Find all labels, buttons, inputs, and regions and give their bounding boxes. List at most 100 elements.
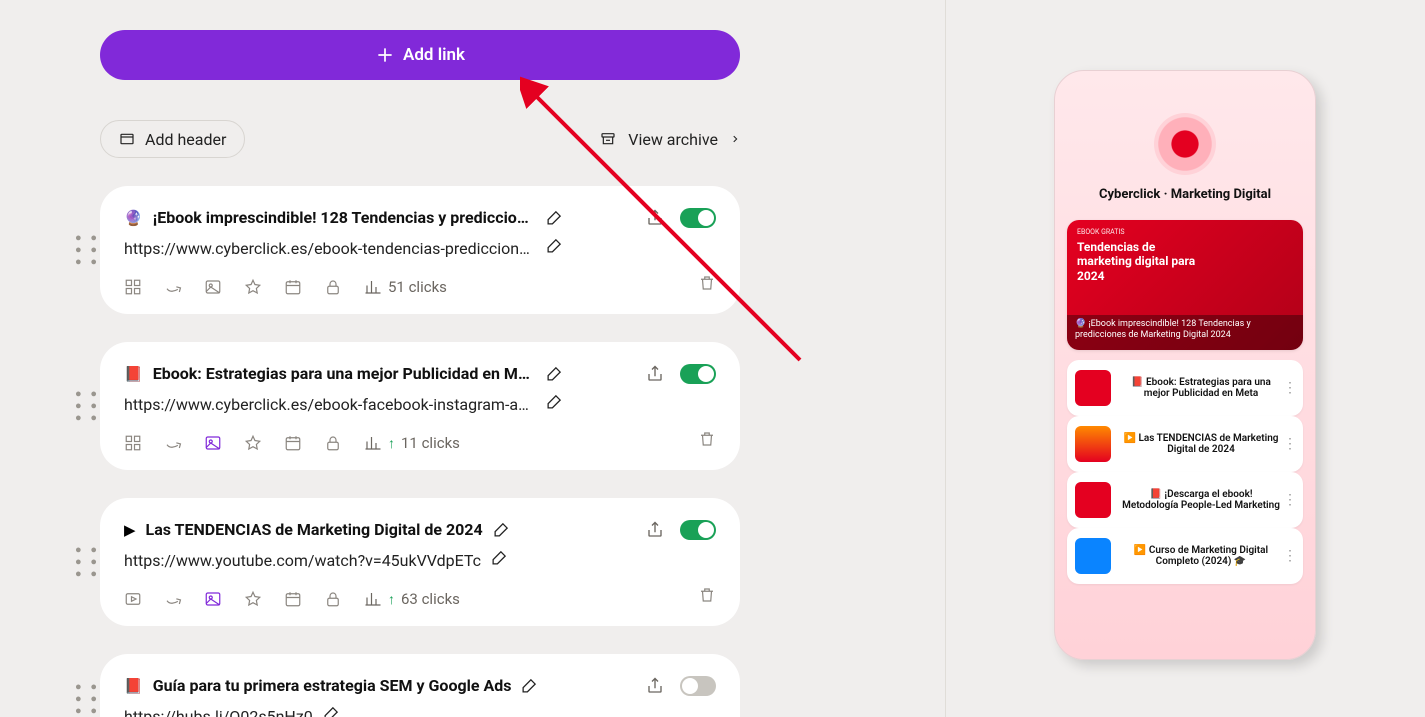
- preview-link-text: 📕 Ebook: Estrategias para una mejor Publ…: [1121, 377, 1295, 399]
- card-right-controls: [646, 520, 716, 604]
- drag-handle[interactable]: ● ●● ●● ●: [75, 390, 100, 422]
- view-archive-label: View archive: [628, 130, 718, 149]
- edit-title-icon[interactable]: [546, 209, 564, 227]
- edit-title-icon[interactable]: [521, 677, 539, 695]
- edit-url-icon[interactable]: [323, 705, 341, 717]
- lock-icon[interactable]: [324, 278, 342, 296]
- add-header-button[interactable]: Add header: [100, 120, 245, 158]
- card-actions: 51 clicks: [124, 278, 716, 296]
- link-card: ● ●● ●● ● 📕 Ebook: Estrategias para una …: [100, 342, 740, 470]
- lock-icon[interactable]: [324, 434, 342, 452]
- preview-link-card[interactable]: ▶️ Las TENDENCIAS de Marketing Digital d…: [1067, 416, 1303, 472]
- more-icon[interactable]: ⋮: [1283, 436, 1297, 452]
- schedule-icon[interactable]: [284, 434, 302, 452]
- link-card: ● ●● ●● ● ▶ Las TENDENCIAS de Marketing …: [100, 498, 740, 626]
- link-url[interactable]: https://www.youtube.com/watch?v=45ukVVdp…: [124, 551, 481, 570]
- clicks-button[interactable]: 51 clicks: [364, 278, 447, 296]
- drag-handle[interactable]: ● ●● ●● ●: [75, 546, 100, 578]
- share-icon[interactable]: [646, 521, 664, 539]
- edit-url-icon[interactable]: [491, 549, 509, 567]
- redirect-icon[interactable]: [164, 590, 182, 608]
- more-icon[interactable]: ⋮: [1283, 492, 1297, 508]
- preview-link-text: ▶️ Las TENDENCIAS de Marketing Digital d…: [1121, 433, 1295, 455]
- delete-icon[interactable]: [698, 274, 716, 292]
- chevron-right-icon: [730, 134, 740, 144]
- share-icon[interactable]: [646, 365, 664, 383]
- preview-link-text: ▶️ Curso de Marketing Digital Completo (…: [1121, 545, 1295, 567]
- add-link-label: Add link: [403, 45, 465, 65]
- star-icon[interactable]: [244, 590, 262, 608]
- link-title[interactable]: Ebook: Estrategias para una mejor Public…: [153, 364, 536, 383]
- link-url[interactable]: https://www.cyberclick.es/ebook-tendenci…: [124, 239, 536, 258]
- pane-divider: [945, 0, 946, 717]
- schedule-icon[interactable]: [284, 590, 302, 608]
- edit-title-icon[interactable]: [546, 365, 564, 383]
- clicks-count: 63 clicks: [401, 590, 460, 608]
- redirect-icon[interactable]: [164, 434, 182, 452]
- preview-links-list: EBOOK GRATIS Tendencias de marketing dig…: [1063, 220, 1307, 584]
- star-icon[interactable]: [244, 278, 262, 296]
- archive-icon: [600, 131, 616, 147]
- link-card: ● ●● ●● ● 📕 Guía para tu primera estrate…: [100, 654, 740, 717]
- add-header-label: Add header: [145, 130, 226, 149]
- clicks-button[interactable]: ↑11 clicks: [364, 434, 460, 452]
- more-icon[interactable]: ⋮: [1283, 548, 1297, 564]
- preview-thumb: [1075, 538, 1111, 574]
- delete-icon[interactable]: [698, 430, 716, 448]
- layout-icon[interactable]: [124, 590, 142, 608]
- editor-pane: Add link Add header View archive ● ●● ●●…: [0, 0, 945, 717]
- preview-hero-card[interactable]: EBOOK GRATIS Tendencias de marketing dig…: [1067, 220, 1303, 350]
- share-icon[interactable]: [646, 209, 664, 227]
- visibility-toggle[interactable]: [680, 208, 716, 228]
- edit-title-icon[interactable]: [493, 521, 511, 539]
- share-icon[interactable]: [646, 677, 664, 695]
- schedule-icon[interactable]: [284, 278, 302, 296]
- link-url[interactable]: https://hubs.li/Q02s5nHz0: [124, 707, 313, 717]
- hero-tag: EBOOK GRATIS: [1077, 228, 1293, 236]
- visibility-toggle[interactable]: [680, 676, 716, 696]
- visibility-toggle[interactable]: [680, 364, 716, 384]
- image-icon[interactable]: [204, 278, 222, 296]
- image-icon[interactable]: [204, 434, 222, 452]
- edit-url-icon[interactable]: [546, 393, 564, 411]
- plus-icon: [375, 45, 395, 65]
- more-icon[interactable]: ⋮: [1283, 380, 1297, 396]
- view-archive-button[interactable]: View archive: [600, 130, 740, 149]
- add-link-button[interactable]: Add link: [100, 30, 740, 80]
- preview-link-card[interactable]: 📕 Ebook: Estrategias para una mejor Publ…: [1067, 360, 1303, 416]
- card-actions: ↑63 clicks: [124, 590, 716, 608]
- avatar: [1154, 113, 1216, 175]
- edit-url-icon[interactable]: [546, 237, 564, 255]
- clicks-count: 11 clicks: [401, 434, 460, 452]
- hero-headline: Tendencias de marketing digital para 202…: [1077, 240, 1196, 283]
- lock-icon[interactable]: [324, 590, 342, 608]
- delete-icon[interactable]: [698, 586, 716, 604]
- preview-thumb: [1075, 482, 1111, 518]
- link-url[interactable]: https://www.cyberclick.es/ebook-facebook…: [124, 395, 536, 414]
- hero-overlay: 🔮 ¡Ebook imprescindible! 128 Tendencias …: [1067, 315, 1303, 350]
- card-right-controls: [646, 208, 716, 292]
- header-icon: [119, 131, 135, 147]
- profile-name: Cyberclick · Marketing Digital: [1099, 187, 1271, 202]
- star-icon[interactable]: [244, 434, 262, 452]
- link-emoji: 📕: [124, 365, 143, 383]
- link-title[interactable]: ¡Ebook imprescindible! 128 Tendencias y …: [153, 208, 536, 227]
- redirect-icon[interactable]: [164, 278, 182, 296]
- layout-icon[interactable]: [124, 434, 142, 452]
- link-card: ● ●● ●● ● 🔮 ¡Ebook imprescindible! 128 T…: [100, 186, 740, 314]
- preview-thumb: [1075, 426, 1111, 462]
- link-title[interactable]: Las TENDENCIAS de Marketing Digital de 2…: [146, 520, 483, 539]
- drag-handle[interactable]: ● ●● ●● ●: [75, 234, 100, 266]
- layout-icon[interactable]: [124, 278, 142, 296]
- preview-thumb: [1075, 370, 1111, 406]
- link-emoji: ▶: [124, 521, 136, 539]
- subheader-row: Add header View archive: [100, 120, 740, 158]
- preview-link-card[interactable]: ▶️ Curso de Marketing Digital Completo (…: [1067, 528, 1303, 584]
- clicks-button[interactable]: ↑63 clicks: [364, 590, 460, 608]
- image-icon[interactable]: [204, 590, 222, 608]
- visibility-toggle[interactable]: [680, 520, 716, 540]
- link-title[interactable]: Guía para tu primera estrategia SEM y Go…: [153, 676, 512, 695]
- preview-link-card[interactable]: 📕 ¡Descarga el ebook! Metodología People…: [1067, 472, 1303, 528]
- drag-handle[interactable]: ● ●● ●● ●: [75, 683, 100, 715]
- preview-link-text: 📕 ¡Descarga el ebook! Metodología People…: [1121, 489, 1295, 511]
